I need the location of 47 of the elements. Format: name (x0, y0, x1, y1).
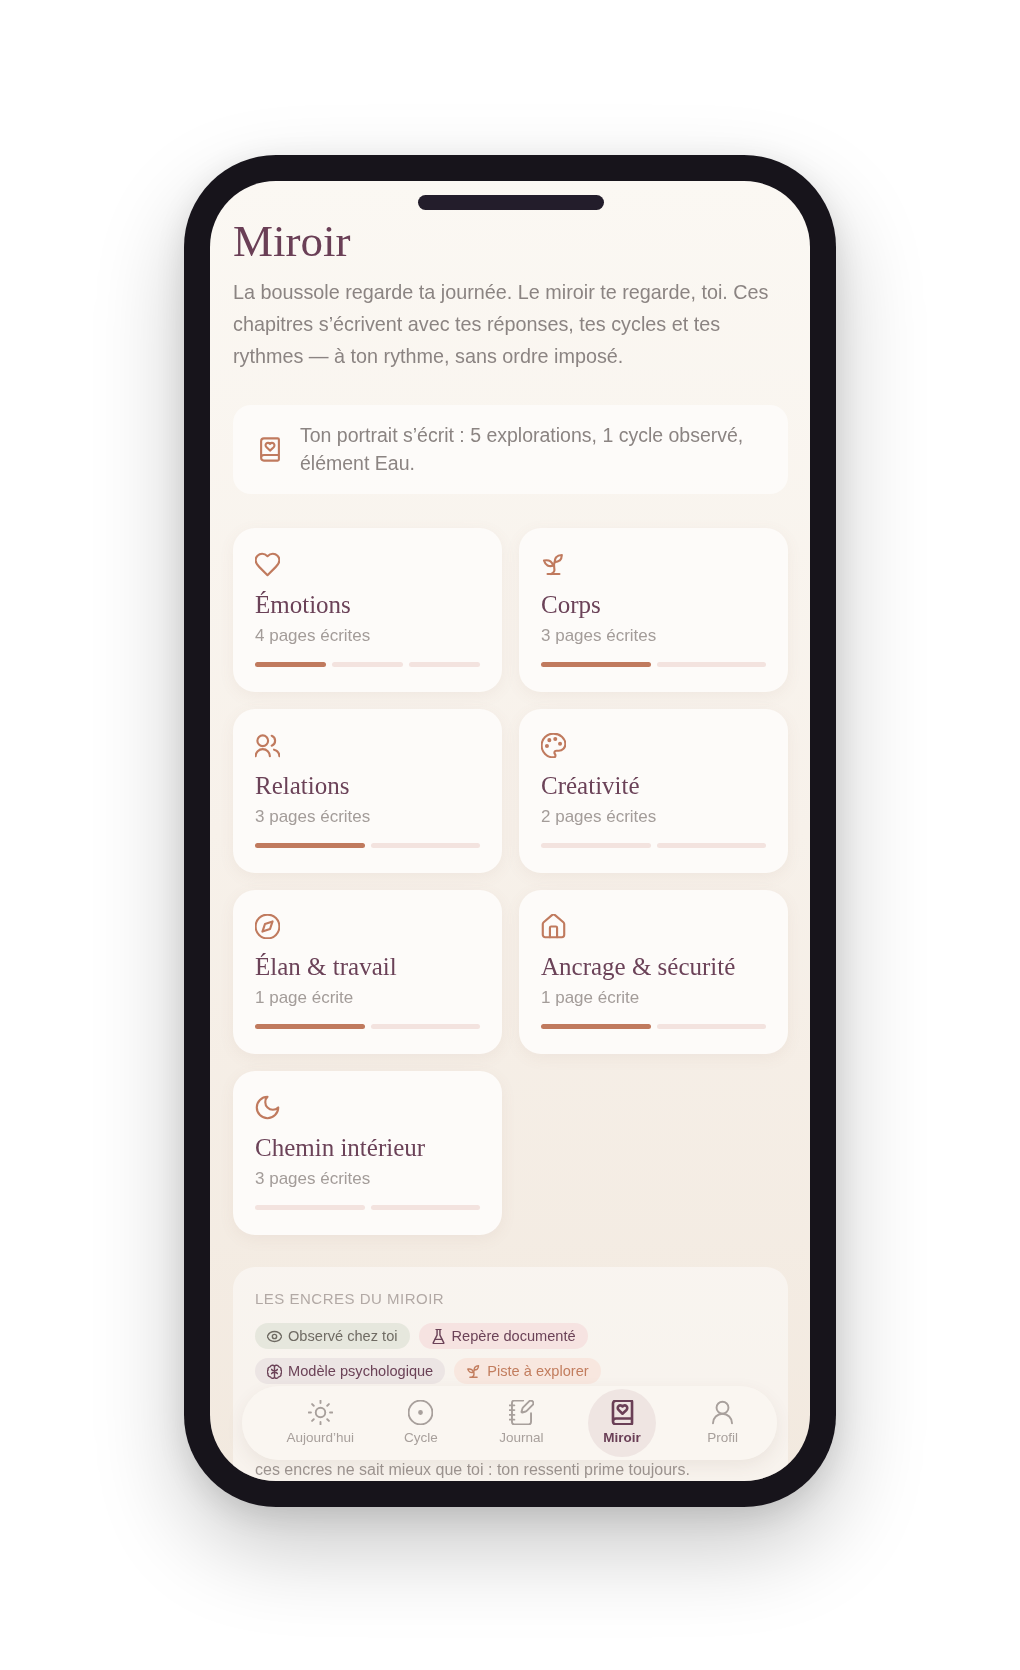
tag-label: Observé chez toi (288, 1327, 398, 1345)
page-count: 3 pages écrites (255, 1169, 371, 1189)
chapter-card[interactable]: Chemin intérieur 3 pages écrites (233, 1071, 502, 1235)
chapter-title: Corps (541, 590, 601, 620)
sprout-icon (541, 552, 566, 577)
chapter-card[interactable]: Créativité 2 pages écrites (519, 709, 788, 873)
tag-label: Repère documenté (451, 1327, 576, 1345)
page-title: Miroir (233, 216, 352, 266)
palette-icon (541, 733, 566, 758)
chapter-card[interactable]: Corps 3 pages écrites (519, 528, 788, 692)
people-icon (255, 733, 280, 758)
tag-label: Modèle psychologique (288, 1362, 434, 1380)
sprout-icon (466, 1363, 482, 1379)
page-count: 1 page écrite (255, 988, 354, 1008)
legend-heading: LES ENCRES DU MIROIR (255, 1289, 446, 1309)
page-count: 1 page écrite (541, 988, 640, 1008)
chapter-title: Ancrage & sécurité (541, 952, 736, 982)
chapter-title: Chemin intérieur (255, 1133, 426, 1163)
chapter-title: Élan & travail (255, 952, 397, 982)
intro-text: La boussole regarde ta journée. Le miroir te regarde, toi. Ces chapitres s’écrivent avec tes réponses, tes cycles et tes rythmes — à ton rythme, sans ordre imposé. (233, 280, 770, 369)
compass-icon (255, 914, 280, 939)
chapter-title: Émotions (255, 590, 351, 620)
chapter-title: Relations (255, 771, 350, 801)
person-icon (710, 1400, 736, 1425)
eye-icon (267, 1328, 282, 1344)
page-count: 3 pages écrites (541, 626, 657, 646)
tag-label: Piste à explorer (487, 1362, 589, 1380)
flask-icon (430, 1328, 446, 1344)
legend-note: ces encres ne sait mieux que toi : ton ressenti prime toujours. (255, 1461, 691, 1479)
sun-icon (307, 1400, 333, 1425)
heart-icon (255, 552, 280, 577)
moon-icon (255, 1095, 280, 1120)
notebook-pen-icon (509, 1400, 534, 1425)
book-heart-icon (260, 436, 280, 462)
chapter-card[interactable]: Élan & travail 1 page écrite (233, 890, 502, 1054)
brain-icon (267, 1363, 282, 1379)
page-count: 2 pages écrites (541, 807, 657, 827)
summary-text: Ton portrait s’écrit : 5 explorations, 1 cycle observé, élément Eau. (300, 423, 745, 476)
chapter-card[interactable]: Ancrage & sécurité 1 page écrite (519, 890, 788, 1054)
nav-tab[interactable]: Miroir (588, 1389, 657, 1457)
chapter-card[interactable]: Relations 3 pages écrites (233, 709, 502, 873)
page-count: 4 pages écrites (255, 626, 371, 646)
chapter-title: Créativité (541, 771, 640, 801)
house-icon (541, 914, 566, 939)
book-heart-icon (609, 1400, 635, 1425)
page-count: 3 pages écrites (255, 807, 371, 827)
chapter-card[interactable]: Émotions 4 pages écrites (233, 528, 502, 692)
